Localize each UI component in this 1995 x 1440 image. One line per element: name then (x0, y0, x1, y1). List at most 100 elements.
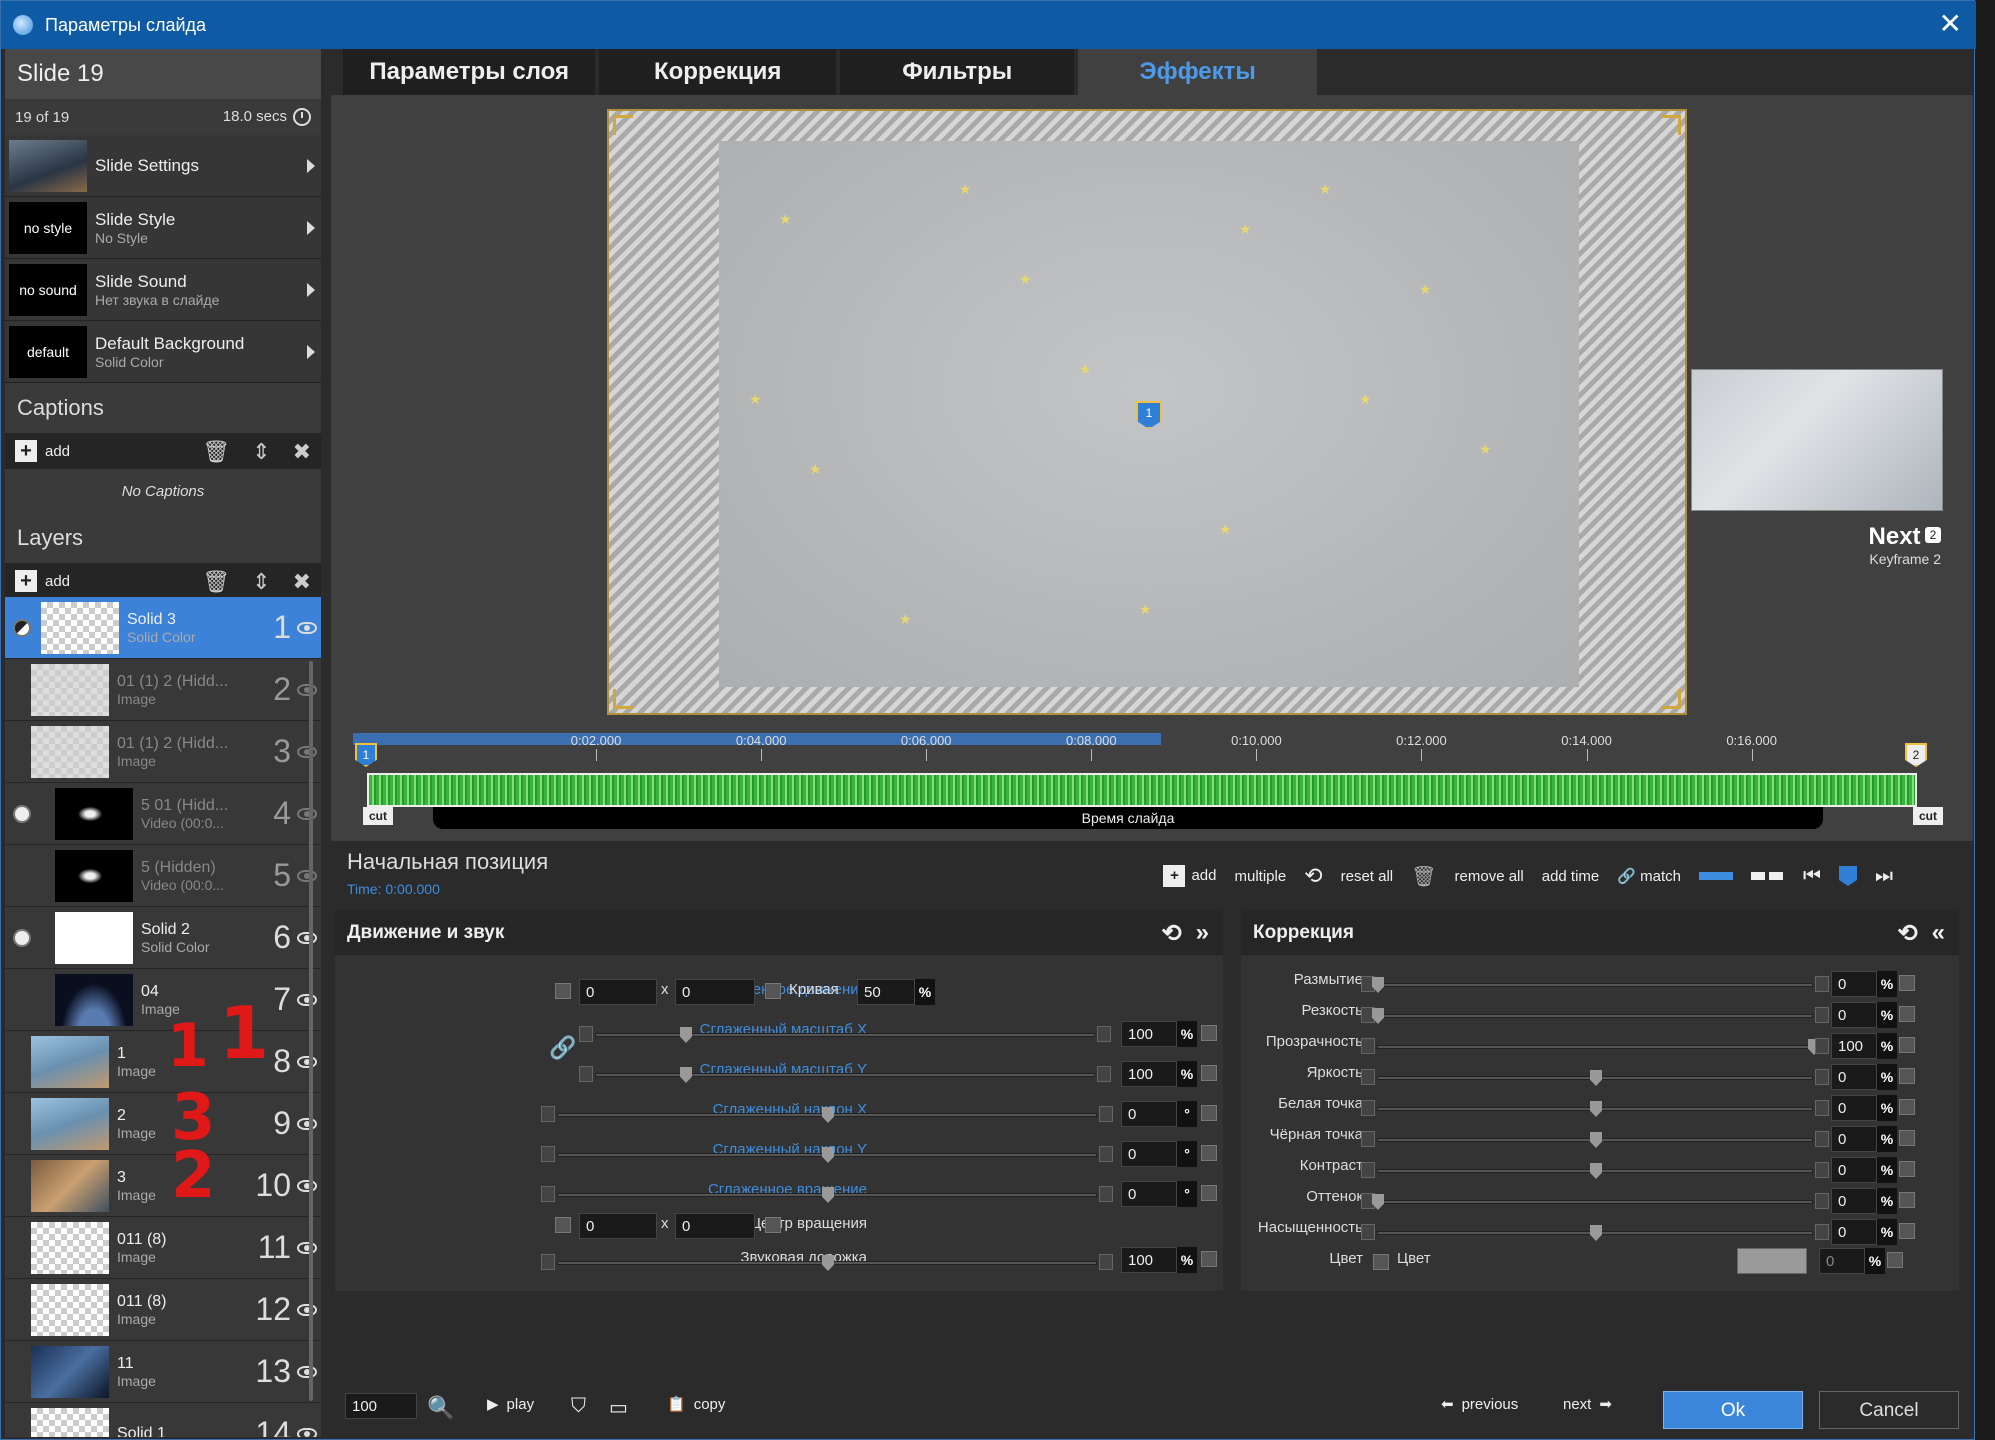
keyframe-icon[interactable]: ⛉ (571, 1395, 586, 1418)
cancel-button[interactable]: Cancel (1819, 1391, 1959, 1429)
timeline-zoom-icon[interactable] (1699, 872, 1733, 880)
eye-icon[interactable] (297, 1179, 317, 1192)
slider-knob[interactable] (680, 1027, 692, 1043)
magnifier-icon[interactable]: 🔍 (427, 1395, 454, 1421)
param-slider[interactable] (557, 1147, 1097, 1163)
eye-icon[interactable] (297, 1241, 317, 1254)
reorder-icon[interactable]: ⇕ (252, 439, 270, 465)
eye-icon[interactable] (297, 745, 317, 758)
layer-mask-icon[interactable] (13, 618, 31, 637)
add-caption-button[interactable]: add (45, 443, 70, 460)
add-keyframe-button[interactable]: + add (1163, 865, 1216, 887)
slider-decrement[interactable] (1361, 1038, 1375, 1054)
slide-setting-row[interactable]: no sound Slide Sound Нет звука в слайде (5, 259, 321, 321)
slider-increment[interactable] (1815, 1100, 1829, 1116)
param-slider[interactable] (1372, 1194, 1813, 1210)
param-checkbox[interactable] (1899, 1130, 1915, 1146)
slider-increment[interactable] (1097, 1026, 1111, 1042)
param-checkbox[interactable] (1899, 1099, 1915, 1115)
layer-row[interactable]: 011 (8) Image 12 (5, 1279, 321, 1341)
param-value[interactable]: 0 (1831, 971, 1877, 997)
param-slider[interactable] (557, 1187, 1097, 1203)
layers-list[interactable]: Solid 3 Solid Color 1 01 (1) 2 (Hidd... Imag… (5, 597, 321, 1437)
param-slider[interactable] (1377, 1163, 1813, 1179)
eye-icon[interactable] (297, 1117, 317, 1130)
param-checkbox[interactable] (1201, 1025, 1217, 1041)
slider-decrement[interactable] (1361, 1162, 1375, 1178)
layer-toggle[interactable] (13, 928, 31, 947)
slider-increment[interactable] (1815, 1193, 1829, 1209)
timeline[interactable]: 0:02.000 0:04.000 0:06.000 0:08.000 0:10.000… (353, 733, 1953, 829)
layer-row[interactable]: Solid 3 Solid Color 1 (5, 597, 321, 659)
reset-icon[interactable]: ⟲ (1162, 919, 1182, 948)
eye-icon[interactable] (297, 931, 317, 944)
tab-layer-params[interactable]: Параметры слоя (343, 49, 596, 95)
slider-decrement[interactable] (579, 1066, 593, 1082)
eye-icon[interactable] (297, 1365, 317, 1378)
param-checkbox[interactable] (1899, 1223, 1915, 1239)
param-checkbox[interactable] (1201, 1251, 1217, 1267)
slider-knob[interactable] (680, 1067, 692, 1083)
param-slider[interactable] (595, 1067, 1095, 1083)
param-checkbox[interactable] (1201, 1185, 1217, 1201)
color-value[interactable]: 0 (1819, 1248, 1865, 1274)
slider-increment[interactable] (1099, 1106, 1113, 1122)
tab-filters[interactable]: Фильтры (839, 49, 1075, 95)
param-slider[interactable] (1377, 1225, 1813, 1241)
slider-decrement[interactable] (541, 1106, 555, 1122)
param-checkbox[interactable] (1201, 1145, 1217, 1161)
param-checkbox[interactable] (555, 1217, 571, 1233)
slide-setting-row[interactable]: no style Slide Style No Style (5, 197, 321, 259)
param-value[interactable]: 0 (1121, 1101, 1177, 1127)
slider-increment[interactable] (1099, 1186, 1113, 1202)
play-button[interactable]: ▶ play (487, 1395, 534, 1414)
eye-icon[interactable] (297, 993, 317, 1006)
center-y-input[interactable]: 0 (675, 1213, 755, 1239)
param-checkbox[interactable] (1899, 1006, 1915, 1022)
param-value[interactable]: 0 (1121, 1141, 1177, 1167)
slider-increment[interactable] (1815, 1069, 1829, 1085)
slider-increment[interactable] (1815, 1038, 1829, 1054)
param-checkbox[interactable] (1899, 975, 1915, 991)
curve-input[interactable]: 50 (857, 979, 915, 1005)
param-slider[interactable] (595, 1027, 1095, 1043)
slider-decrement[interactable] (579, 1026, 593, 1042)
close-icon[interactable]: ✕ (1939, 9, 1962, 39)
slider-decrement[interactable] (541, 1254, 555, 1270)
param-checkbox[interactable] (1899, 1161, 1915, 1177)
slider-knob[interactable] (1590, 1163, 1602, 1179)
param-checkbox[interactable] (1373, 1254, 1389, 1270)
audio-waveform[interactable] (367, 773, 1917, 807)
slider-knob[interactable] (1590, 1101, 1602, 1117)
slider-increment[interactable] (1815, 1131, 1829, 1147)
slide-setting-row[interactable]: default Default Background Solid Color (5, 321, 321, 383)
remove-all-button[interactable]: remove all (1455, 868, 1524, 885)
layer-row[interactable]: Solid 1 14 (5, 1403, 321, 1437)
param-slider[interactable] (1377, 1132, 1813, 1148)
layer-row[interactable]: 04 Image 7 (5, 969, 321, 1031)
eye-icon[interactable] (297, 1055, 317, 1068)
layer-row[interactable]: 11 Image 13 (5, 1341, 321, 1403)
corner-handle[interactable] (1661, 115, 1681, 135)
zoom-input[interactable]: 100 (345, 1393, 417, 1419)
multiple-button[interactable]: multiple (1234, 868, 1286, 885)
slider-increment[interactable] (1815, 1162, 1829, 1178)
param-value[interactable]: 0 (1831, 1219, 1877, 1245)
slider-knob[interactable] (822, 1255, 834, 1271)
reset-all-button[interactable]: reset all (1341, 868, 1394, 885)
param-checkbox[interactable] (1899, 1037, 1915, 1053)
param-value[interactable]: 0 (1831, 1157, 1877, 1183)
trash-icon[interactable]: 🗑 (1411, 864, 1436, 889)
slider-decrement[interactable] (1361, 1100, 1375, 1116)
corner-handle[interactable] (1661, 689, 1681, 709)
param-value[interactable]: 0 (1121, 1181, 1177, 1207)
param-value[interactable]: 100 (1831, 1033, 1877, 1059)
slide-setting-row[interactable]: Slide Settings (5, 135, 321, 197)
position-y-input[interactable]: 0 (675, 979, 755, 1005)
timeline-end-marker[interactable]: 2 (1905, 743, 1927, 767)
param-checkbox[interactable] (765, 1217, 781, 1233)
preview-canvas[interactable]: ★ ★ ★ ★ ★ ★ ★ ★ ★ ★ ★ ★ ★ ★ 1 (607, 109, 1687, 715)
timeline-start-marker[interactable]: 1 (355, 743, 377, 767)
param-checkbox[interactable] (1201, 1105, 1217, 1121)
cut-start-button[interactable]: cut (363, 807, 393, 825)
